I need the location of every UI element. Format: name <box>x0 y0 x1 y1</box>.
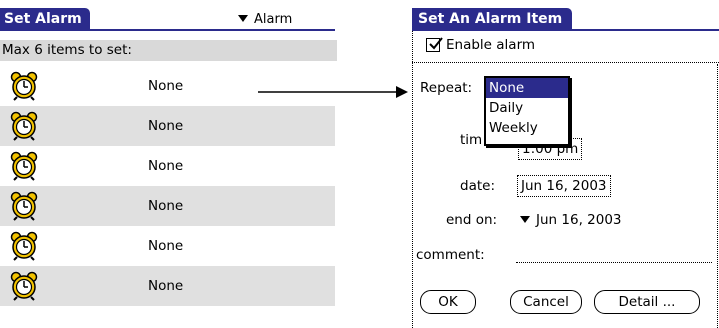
alarm-clock-icon <box>10 151 38 181</box>
set-alarm-item-dialog: Set An Alarm Item Enable alarm Repeat: t… <box>412 0 719 328</box>
end-on-label: end on: <box>446 212 498 228</box>
set-alarm-screen: Set Alarm Alarm Max 6 items to set: None <box>0 0 337 328</box>
divider <box>412 62 719 63</box>
cancel-button[interactable]: Cancel <box>510 290 582 314</box>
alarm-clock-icon <box>10 191 38 221</box>
end-on-value: Jun 16, 2003 <box>536 212 622 228</box>
time-label: tim <box>460 132 483 148</box>
category-popup-trigger[interactable]: Alarm <box>238 10 292 30</box>
alarm-item-label: None <box>148 118 184 134</box>
ok-button[interactable]: OK <box>420 290 476 314</box>
date-label: date: <box>460 178 495 194</box>
repeat-popup-list[interactable]: None Daily Weekly <box>484 76 570 146</box>
alarm-item-label: None <box>148 158 184 174</box>
alarm-list-item[interactable]: None <box>0 186 335 226</box>
repeat-option-weekly[interactable]: Weekly <box>486 118 568 138</box>
end-on-popup-trigger[interactable]: Jun 16, 2003 <box>520 210 622 230</box>
alarm-item-label: None <box>148 78 184 94</box>
transition-arrow-icon <box>258 86 408 98</box>
alarm-item-label: None <box>148 198 184 214</box>
max-items-label: Max 6 items to set: <box>0 40 337 61</box>
enable-alarm-label: Enable alarm <box>446 37 536 53</box>
dialog-left-border <box>412 31 414 328</box>
alarm-list: None None None None None None <box>0 66 335 306</box>
alarm-list-item[interactable]: None <box>0 106 335 146</box>
repeat-label: Repeat: <box>420 80 473 96</box>
date-field[interactable]: Jun 16, 2003 <box>517 175 611 197</box>
category-label: Alarm <box>254 12 293 27</box>
alarm-clock-icon <box>10 231 38 261</box>
alarm-clock-icon <box>10 271 38 301</box>
alarm-list-item[interactable]: None <box>0 146 335 186</box>
comment-label: comment: <box>416 247 485 263</box>
alarm-clock-icon <box>10 71 38 101</box>
repeat-option-none[interactable]: None <box>486 78 568 98</box>
dropdown-triangle-icon <box>238 15 248 22</box>
detail-button[interactable]: Detail ... <box>594 290 700 314</box>
checkmark-icon <box>429 37 443 50</box>
alarm-list-item[interactable]: None <box>0 266 335 306</box>
repeat-option-daily[interactable]: Daily <box>486 98 568 118</box>
alarm-list-item[interactable]: None <box>0 226 335 266</box>
enable-alarm-checkbox[interactable] <box>426 37 443 52</box>
alarm-clock-icon <box>10 111 38 141</box>
title-underline <box>412 29 719 31</box>
alarm-item-label: None <box>148 278 184 294</box>
dropdown-triangle-icon <box>520 216 530 223</box>
alarm-item-label: None <box>148 238 184 254</box>
screen-title: Set Alarm <box>0 8 90 30</box>
comment-field[interactable] <box>516 262 712 263</box>
dialog-title: Set An Alarm Item <box>412 8 573 30</box>
